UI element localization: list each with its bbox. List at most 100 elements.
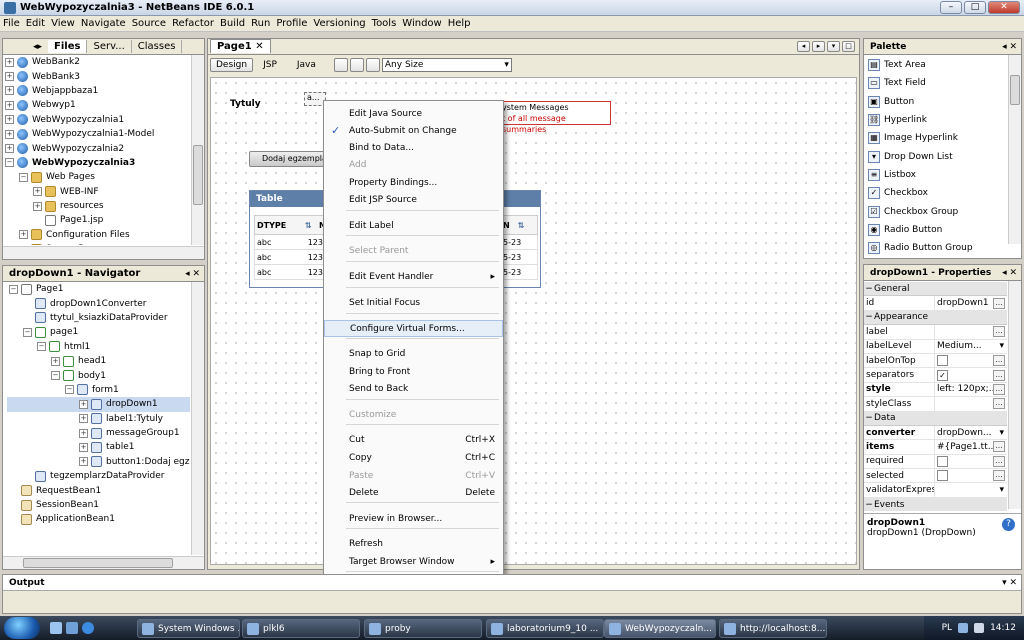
table-row[interactable]: abc 123	[254, 265, 334, 280]
property-category-appearance[interactable]: − Appearance	[864, 310, 1007, 326]
tree-item-applicationbean1[interactable]: ApplicationBean1	[7, 512, 190, 526]
expand-icon[interactable]	[9, 501, 18, 510]
menu-item-bind-to-data[interactable]: Bind to Data...	[324, 139, 503, 156]
tree-item-webbank3[interactable]: + WebBank3	[3, 69, 190, 83]
expand-icon[interactable]: +	[33, 187, 42, 197]
tree-item-webjappbaza1[interactable]: + Webjappbaza1	[3, 84, 190, 98]
palette-item-text-area[interactable]: ▤ Text Area	[864, 56, 1007, 74]
property-row-style[interactable]: style left: 120px;...…	[864, 382, 1007, 398]
expand-icon[interactable]	[23, 299, 32, 308]
property-category-data[interactable]: − Data	[864, 411, 1007, 426]
collapse-icon[interactable]: −	[9, 284, 18, 294]
chevron-down-icon[interactable]: ▾	[999, 485, 1004, 495]
menu-file[interactable]: File	[0, 18, 23, 29]
collapse-icon[interactable]: −	[23, 327, 32, 337]
property-value[interactable]: dropDown1…	[934, 296, 1007, 310]
scroll-left-icon[interactable]: ◂	[797, 41, 810, 52]
property-category-events[interactable]: − Events	[864, 497, 1007, 511]
property-value[interactable]: Medium... ▾	[934, 339, 1007, 353]
refresh-icon[interactable]	[349, 58, 364, 72]
property-row-id[interactable]: id dropDown1…	[864, 296, 1007, 311]
collapse-icon[interactable]: −	[864, 500, 874, 510]
collapse-icon[interactable]: −	[5, 158, 14, 168]
projects-hscrollbar[interactable]	[3, 246, 204, 259]
tree-item-resources[interactable]: + resources	[3, 199, 190, 213]
properties-vscrollbar[interactable]	[1008, 281, 1021, 509]
expand-icon[interactable]: +	[5, 86, 14, 96]
properties-close-icon[interactable]: ◂ ✕	[1002, 268, 1017, 278]
chevron-down-icon[interactable]: ▾	[999, 428, 1004, 438]
tree-item-body1[interactable]: − body1	[7, 368, 190, 382]
tree-item-dropdown1converter[interactable]: dropDown1Converter	[7, 296, 190, 310]
property-row-validatorexpressio[interactable]: validatorExpressio ▾	[864, 483, 1007, 498]
tree-item-server-resources[interactable]: +Server Resources	[3, 242, 190, 245]
property-checkbox[interactable]: …	[934, 353, 1007, 368]
menu-item-edit-jsp-source[interactable]: Edit JSP Source	[324, 191, 503, 208]
tree-item-sessionbean1[interactable]: SessionBean1	[7, 498, 190, 512]
menu-window[interactable]: Window	[399, 18, 444, 29]
property-checkbox[interactable]: …	[934, 469, 1007, 483]
menu-item-target-browser-window[interactable]: Target Browser Window ▸	[324, 553, 503, 570]
tree-item-messagegroup1[interactable]: + messageGroup1	[7, 426, 190, 440]
collapse-icon[interactable]: −	[864, 312, 874, 322]
size-select[interactable]: Any Size ▾	[381, 58, 512, 72]
property-row-labelontop[interactable]: labelOnTop…	[864, 353, 1007, 369]
palette-item-radio-button-group[interactable]: ◎ Radio Button Group	[864, 239, 1007, 257]
menu-item-send-to-back[interactable]: Send to Back	[324, 380, 503, 397]
maximize-editor-icon[interactable]: □	[842, 41, 855, 52]
table-row[interactable]: abc 123	[254, 250, 334, 265]
expand-icon[interactable]: +	[5, 57, 14, 67]
sort-icon[interactable]: ⇅	[305, 221, 319, 230]
tree-item-webbank2[interactable]: + WebBank2	[3, 55, 190, 69]
view-java-button[interactable]: Java	[287, 59, 326, 71]
tree-item-webwypozyczalnia1-model[interactable]: + WebWypozyczalnia1-Model	[3, 127, 190, 141]
dodaj-button-component[interactable]: Dodaj egzempla	[249, 151, 329, 167]
menu-item-edit-java-source[interactable]: Edit Java Source	[324, 105, 503, 122]
menu-refactor[interactable]: Refactor	[169, 18, 217, 29]
menu-item-edit-label[interactable]: Edit Label	[324, 217, 503, 234]
taskbar-button-laboratorium9-10[interactable]: laboratorium9_10 ...	[486, 619, 604, 638]
expand-icon[interactable]	[23, 313, 32, 322]
property-row-label[interactable]: label…	[864, 325, 1007, 340]
menu-tools[interactable]: Tools	[369, 18, 400, 29]
palette-item-radio-button[interactable]: ◉ Radio Button	[864, 221, 1007, 239]
property-row-converter[interactable]: converter dropDown... ▾	[864, 425, 1007, 441]
tree-item-page1-jsp[interactable]: Page1.jsp	[3, 213, 190, 227]
tree-item-label1-tytuly[interactable]: + label1:Tytuly	[7, 412, 190, 426]
menu-help[interactable]: Help	[445, 18, 474, 29]
ellipsis-button[interactable]: …	[993, 326, 1005, 338]
menu-item-snap-to-grid[interactable]: Snap to Grid	[324, 345, 503, 362]
minimize-button[interactable]: –	[940, 1, 962, 14]
taskbar-button-plkl6[interactable]: plkl6	[242, 619, 360, 638]
property-value[interactable]: …	[934, 397, 1007, 411]
col-dtype[interactable]: DTYPE	[255, 221, 305, 230]
menu-item-edit-event-handler[interactable]: Edit Event Handler ▸	[324, 268, 503, 285]
ellipsis-button[interactable]: …	[993, 369, 1005, 381]
view-jsp-button[interactable]: JSP	[255, 59, 285, 71]
ellipsis-button[interactable]: …	[993, 383, 1005, 395]
menu-item-copy[interactable]: Copy Ctrl+C	[324, 449, 503, 466]
expand-icon[interactable]: +	[5, 100, 14, 110]
tab-classes[interactable]: Classes	[132, 40, 183, 53]
tree-item-table1[interactable]: + table1	[7, 440, 190, 454]
show-desktop-icon[interactable]	[50, 622, 62, 634]
panel-menu-icon[interactable]: ◂▸	[33, 42, 42, 52]
navigator-vscrollbar[interactable]	[191, 282, 204, 555]
navigator-close-icon[interactable]: ◂ ✕	[185, 269, 200, 279]
palette-close-icon[interactable]: ◂ ✕	[1002, 42, 1017, 52]
close-button[interactable]: ✕	[988, 1, 1020, 14]
property-row-selected[interactable]: selected…	[864, 469, 1007, 484]
ellipsis-button[interactable]: …	[993, 455, 1005, 467]
sort-icon[interactable]: ⇅	[518, 221, 525, 230]
menu-item-configure-virtual-forms[interactable]: Configure Virtual Forms...	[324, 320, 503, 337]
expand-icon[interactable]	[9, 486, 18, 495]
menu-navigate[interactable]: Navigate	[78, 18, 129, 29]
tree-item-webwypozyczalnia1[interactable]: + WebWypozyczalnia1	[3, 113, 190, 127]
tab-services[interactable]: Serv...	[87, 40, 132, 53]
tree-item-ttytul-ksiazkidataprovider[interactable]: ttytul_ksiazkiDataProvider	[7, 311, 190, 325]
property-value[interactable]: #{Page1.tt...…	[934, 440, 1007, 454]
tab-page1[interactable]: Page1 ✕	[210, 39, 271, 53]
label-tytuly[interactable]: Tytuly	[230, 99, 261, 109]
expand-icon[interactable]: +	[51, 356, 60, 366]
palette-item-checkbox-group[interactable]: ☑ Checkbox Group	[864, 202, 1007, 220]
